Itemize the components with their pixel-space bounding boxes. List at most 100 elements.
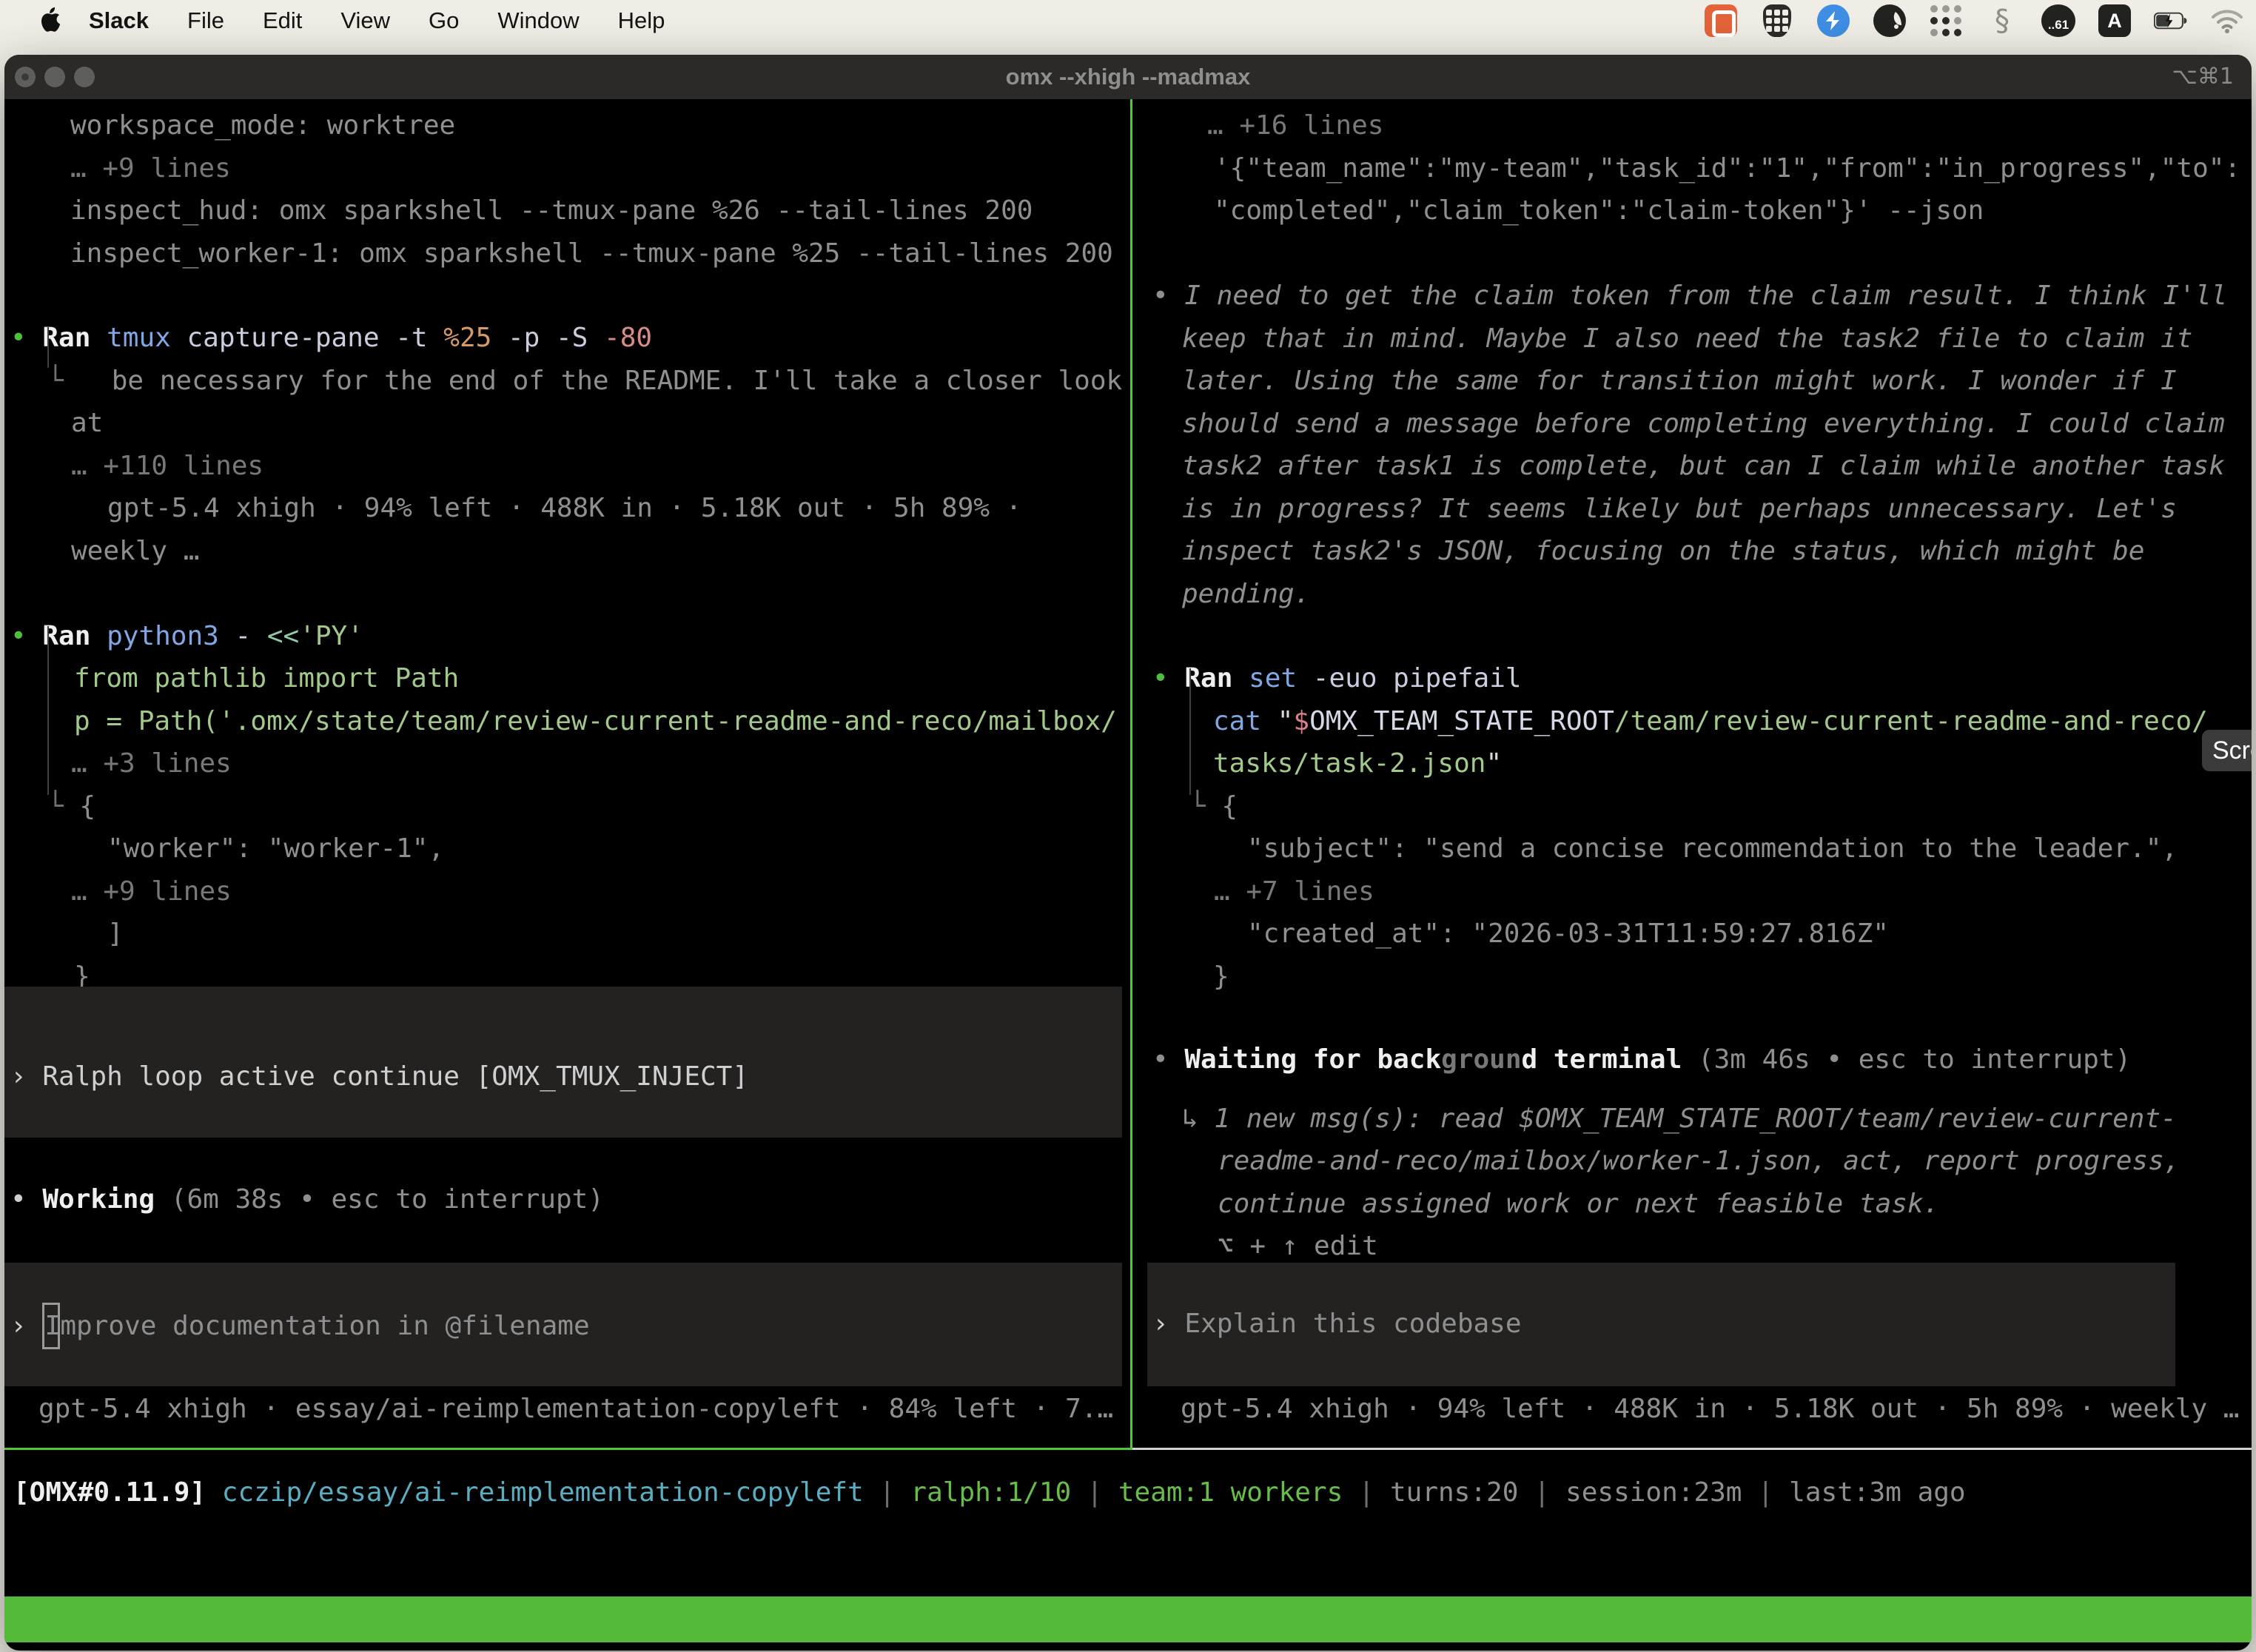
command-ran-tmux: • Ran tmux capture-pane -t %25 -p -S -80 [10, 317, 652, 359]
window-title: omx --xhigh --madmax [4, 55, 2252, 99]
omx-version: [OMX#0.11.9] [13, 1477, 206, 1508]
edit-shortcut-hint: ⌥ + ↑ edit [1218, 1225, 1378, 1267]
window-shortcut-badge: ⌥⌘1 [2172, 55, 2234, 99]
prompt-input-line[interactable]: › Improve documentation in @filename [10, 1303, 590, 1349]
battery-icon[interactable] [2154, 4, 2188, 38]
prompt-input-line[interactable]: › Explain this codebase [1152, 1303, 1522, 1345]
thinking-line: is in progress? It seems likely but perh… [1182, 488, 2177, 530]
command-output-line: └ be necessary for the end of the README… [47, 360, 1122, 402]
omx-repo: cczip/essay/ai-reimplementation-copyleft [222, 1477, 864, 1508]
menu-go[interactable]: Go [409, 7, 478, 34]
thinking-line: keep that in mind. Maybe I also need the… [1182, 318, 2192, 360]
tmux-session-window[interactable]: [omx-cczip0:bash* [13, 1642, 286, 1651]
terminal-line: workspace_mode: worktree [70, 104, 455, 147]
mailbox-message-line: readme-and-reco/mailbox/worker-1.json, a… [1218, 1140, 2180, 1182]
command-output-line: "subject": "send a concise recommendatio… [1247, 827, 2178, 870]
bullet-icon: • [10, 1184, 27, 1215]
crescent-icon[interactable] [1873, 4, 1907, 38]
collapsed-lines-indicator: … +110 lines [71, 445, 263, 487]
meter-icon[interactable]: ..61 [2041, 4, 2075, 38]
command-output-line: } [1213, 956, 1229, 998]
dots-grid-icon[interactable] [1929, 4, 1963, 38]
heredoc-line: p = Path('.omx/state/team/review-current… [74, 700, 1117, 742]
blue-bolt-icon[interactable] [1816, 4, 1850, 38]
prompt-chevron-icon: › [10, 1311, 27, 1341]
bullet-icon: • [1152, 663, 1169, 694]
prompt-chevron-icon: › [1152, 1309, 1169, 1339]
command-output-line: gpt-5.4 xhigh · 94% left · 488K in · 5.1… [107, 487, 1021, 529]
pane-border-active [4, 1448, 1132, 1450]
prompt-chevron-icon: › [10, 1061, 27, 1092]
waiting-status-line: • Waiting for background terminal (3m 46… [1152, 1038, 2131, 1081]
chat-app-icon[interactable] [1704, 4, 1738, 38]
command-output-line: weekly … [71, 530, 199, 572]
window-titlebar: omx --xhigh --madmax ⌥⌘1 [4, 55, 2252, 99]
bullet-icon: • [1152, 1044, 1169, 1075]
apple-logo-icon[interactable] [38, 6, 64, 36]
heredoc-line: from pathlib import Path [74, 657, 459, 699]
command-ran-python3: • Ran python3 - <<'PY' [10, 615, 363, 657]
menu-file[interactable]: File [168, 7, 244, 34]
bullet-icon: • [1152, 281, 1169, 311]
omx-team-workers: team:1 workers [1118, 1477, 1343, 1508]
wifi-icon[interactable] [2210, 4, 2244, 38]
thinking-line: later. Using the same for transition mig… [1182, 360, 2177, 402]
collapsed-lines-indicator: … +9 lines [70, 147, 231, 189]
keyboard-layout-icon[interactable]: A [2098, 4, 2132, 38]
thinking-line: pending. [1182, 573, 1310, 615]
squiggle-icon[interactable]: § [1985, 4, 2019, 38]
omx-turns: turns:20 [1390, 1477, 1518, 1508]
thinking-line: task2 after task1 is complete, but can I… [1182, 445, 2225, 487]
collapsed-lines-indicator: … +16 lines [1207, 104, 1383, 147]
menu-status-icons: § ..61 A [1704, 4, 2244, 38]
menu-window[interactable]: Window [478, 7, 598, 34]
menu-edit[interactable]: Edit [244, 7, 321, 34]
thinking-line: • I need to get the claim token from the… [1152, 275, 2227, 317]
collapsed-lines-indicator: … +9 lines [71, 870, 232, 913]
menu-app-name[interactable]: Slack [64, 7, 168, 34]
indent-guide [47, 626, 49, 795]
command-line: tasks/task-2.json" [1213, 742, 1502, 785]
terminal-line: inspect_hud: omx sparkshell --tmux-pane … [70, 189, 1033, 232]
ralph-loop-line: › Ralph loop active continue [OMX_TMUX_I… [10, 1055, 748, 1098]
prompt-input-left[interactable]: › Improve documentation in @filename [4, 1263, 1122, 1386]
model-status-line: gpt-5.4 xhigh · 94% left · 488K in · 5.1… [1181, 1388, 2239, 1430]
bullet-icon: • [10, 323, 27, 353]
text-cursor: I [42, 1303, 60, 1349]
terminal-line: inspect_worker-1: omx sparkshell --tmux-… [70, 232, 1113, 275]
menu-help[interactable]: Help [599, 7, 685, 34]
tmux-status-bar: [omx-cczip0:bash* "MacBook-Pro-44.local"… [4, 1596, 2252, 1642]
command-line: cat "$OMX_TEAM_STATE_ROOT/team/review-cu… [1213, 700, 2208, 742]
input-placeholder: mprove documentation in @filename [60, 1311, 589, 1341]
input-placeholder: Explain this codebase [1184, 1309, 1521, 1339]
bullet-icon: • [10, 621, 27, 651]
prompt-input-right[interactable]: › Explain this codebase [1147, 1263, 2175, 1386]
command-output-line: ] [107, 913, 124, 955]
command-output-line: └ { [47, 785, 95, 827]
terminal-line: '{"team_name":"my-team","task_id":"1","f… [1214, 147, 2240, 189]
omx-status-line: [OMX#0.11.9] cczip/essay/ai-reimplementa… [13, 1471, 1966, 1514]
collapsed-lines-indicator: … +7 lines [1214, 870, 1374, 913]
shield-grid-icon[interactable] [1760, 4, 1794, 38]
return-arrow-icon: ↳ [1182, 1104, 1198, 1134]
indent-guide [1189, 668, 1191, 795]
omx-ralph-counter: ralph:1/10 [910, 1477, 1071, 1508]
model-status-line: gpt-5.4 xhigh · essay/ai-reimplementatio… [38, 1388, 1113, 1430]
macos-menu-bar: Slack File Edit View Go Window Help § ..… [0, 0, 2256, 41]
working-status-line: • Working (6m 38s • esc to interrupt) [10, 1178, 604, 1220]
command-output-line: "worker": "worker-1", [107, 827, 444, 870]
thinking-line: inspect task2's JSON, focusing on the st… [1182, 530, 2144, 572]
menu-view[interactable]: View [321, 7, 409, 34]
mailbox-message-line: ↳ 1 new msg(s): read $OMX_TEAM_STATE_ROO… [1182, 1098, 2177, 1140]
omx-last-activity: last:3m ago [1789, 1477, 1965, 1508]
command-output-line: └ { [1189, 785, 1238, 827]
pane-divider[interactable] [1130, 99, 1132, 1450]
omx-session-time: session:23m [1565, 1477, 1742, 1508]
collapsed-lines-indicator: … +3 lines [71, 742, 232, 785]
command-output-line: at [71, 402, 103, 444]
pane-border-inactive [1132, 1448, 2252, 1450]
mailbox-message-line: continue assigned work or next feasible … [1218, 1183, 1939, 1225]
ralph-loop-banner: › Ralph loop active continue [OMX_TMUX_I… [4, 987, 1122, 1138]
thinking-line: should send a message before completing … [1182, 403, 2225, 445]
terminal-window: omx --xhigh --madmax ⌥⌘1 workspace_mode:… [4, 55, 2252, 1651]
